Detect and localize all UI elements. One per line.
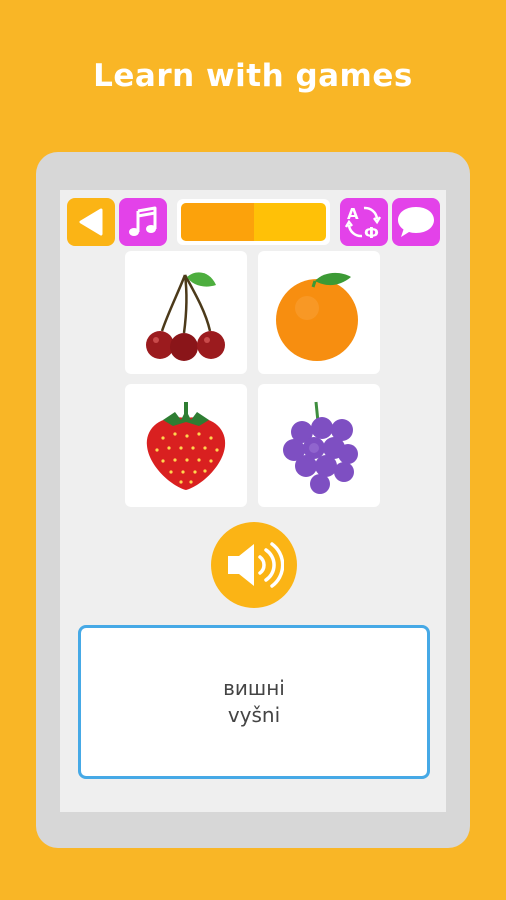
grapes-icon — [283, 401, 358, 494]
strawberry-icon — [146, 401, 226, 490]
back-triangle-icon — [79, 208, 103, 236]
fruit-card-cherries[interactable] — [125, 251, 247, 374]
back-button[interactable] — [67, 198, 115, 246]
progress-track — [181, 203, 326, 241]
answer-transliteration: vyšni — [227, 703, 281, 727]
speech-bubble-icon — [398, 207, 434, 237]
answer-card[interactable]: вишні vyšni — [78, 625, 430, 779]
progress-fill — [181, 203, 254, 241]
transliteration-icon: A Ф — [344, 205, 382, 242]
fruit-card-grapes[interactable] — [258, 384, 380, 507]
orange-icon — [276, 272, 358, 361]
speaker-button[interactable] — [211, 522, 297, 608]
headline: Learn with games — [93, 58, 413, 94]
fruit-card-orange[interactable] — [258, 251, 380, 374]
music-note-icon — [129, 206, 157, 236]
fruit-card-strawberry[interactable] — [125, 384, 247, 507]
progress-bar — [177, 199, 330, 245]
speaker-icon — [228, 542, 284, 588]
translit-cyrillic-glyph: Ф — [364, 224, 379, 242]
chat-button[interactable] — [392, 198, 440, 246]
cherries-icon — [146, 271, 225, 361]
transliteration-button[interactable]: A Ф — [340, 198, 388, 246]
answer-native-word: вишні — [223, 676, 285, 700]
music-button[interactable] — [119, 198, 167, 246]
